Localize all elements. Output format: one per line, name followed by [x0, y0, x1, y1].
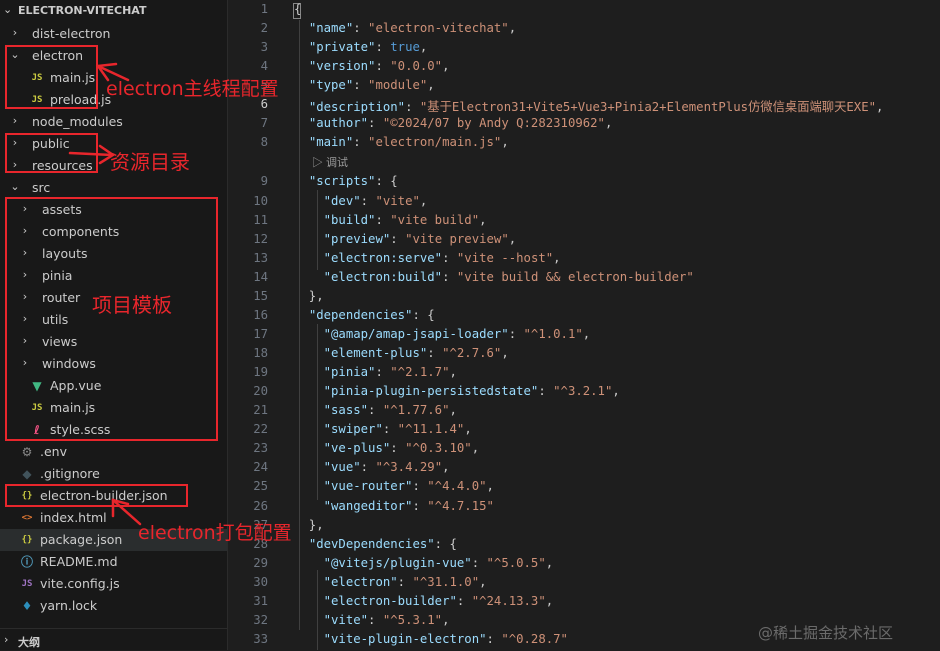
annotation-arrow-main: [68, 62, 142, 526]
watermark: @稀土掘金技术社区: [758, 624, 894, 642]
arrow-line: [68, 151, 114, 157]
